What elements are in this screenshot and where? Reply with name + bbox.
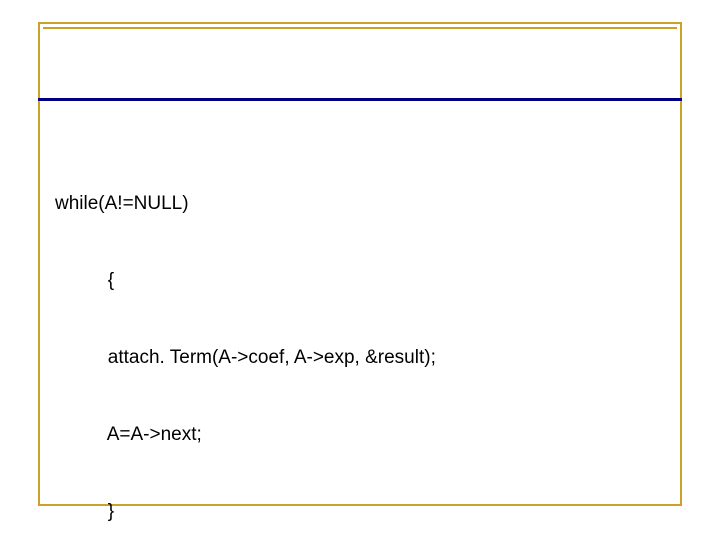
code-line: attach. Term(A->coef, A->exp, &result); xyxy=(55,345,665,371)
code-line: } xyxy=(55,499,665,525)
code-line: A=A->next; xyxy=(55,422,665,448)
code-line: while(A!=NULL) xyxy=(55,191,665,217)
slide: while(A!=NULL) { attach. Term(A->coef, A… xyxy=(0,0,720,540)
title-underline xyxy=(38,98,682,101)
code-block: while(A!=NULL) { attach. Term(A->coef, A… xyxy=(55,140,665,540)
frame-inner-top-line xyxy=(43,27,677,29)
code-line: { xyxy=(55,268,665,294)
